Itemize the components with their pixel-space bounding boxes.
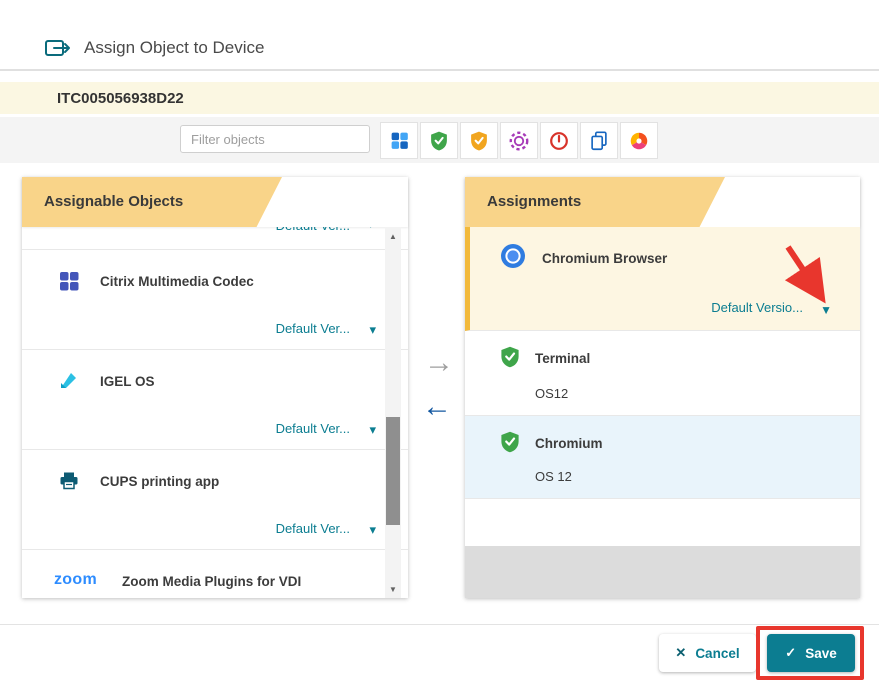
color-wheel-icon xyxy=(628,130,650,152)
assignments-header: Assignments xyxy=(465,177,860,227)
assignment-name: Terminal xyxy=(535,351,590,366)
cancel-button[interactable]: ✕ Cancel xyxy=(659,634,756,672)
object-type-filter-bar xyxy=(380,122,658,159)
assignments-list: Chromium Browser Default Versio... ▼ Ter… xyxy=(465,227,860,598)
list-item-igel-os[interactable]: IGEL OS Default Ver... ▾ xyxy=(22,350,408,450)
version-dropdown[interactable]: Default Ver... xyxy=(276,421,350,436)
assignment-item-chromium[interactable]: Chromium OS 12 xyxy=(465,416,860,499)
assignment-name: Chromium xyxy=(535,436,603,451)
assignment-os: OS12 xyxy=(535,386,568,401)
scroll-up-button[interactable]: ▲ xyxy=(385,227,401,245)
assignable-objects-list: Default Ver... ▾ Citrix Multimedia Codec… xyxy=(22,227,408,598)
check-icon: ✓ xyxy=(785,645,796,661)
copy-pages-icon xyxy=(588,130,610,152)
filter-green-shield-button[interactable] xyxy=(420,122,458,159)
object-name: IGEL OS xyxy=(100,374,155,389)
assignment-item-terminal[interactable]: Terminal OS12 xyxy=(465,331,860,416)
dialog-header: Assign Object to Device xyxy=(44,30,264,66)
filter-objects-input[interactable] xyxy=(180,125,370,153)
assignments-title: Assignments xyxy=(487,177,581,227)
version-dropdown[interactable]: Default Ver... xyxy=(276,521,350,536)
green-shield-icon xyxy=(498,430,522,454)
assign-object-icon xyxy=(44,36,72,60)
version-dropdown[interactable]: Default Ver... xyxy=(276,321,350,336)
green-shield-icon xyxy=(428,130,450,152)
chevron-down-icon[interactable]: ▾ xyxy=(369,522,376,538)
left-panel-scrollbar[interactable]: ▲ ▼ xyxy=(385,227,401,598)
zoom-wordmark: zoom xyxy=(54,571,97,589)
assign-right-arrow[interactable]: → xyxy=(424,346,454,380)
footer-divider xyxy=(0,624,879,625)
version-dropdown[interactable]: Default Ver... xyxy=(276,227,350,233)
chevron-down-icon: ▾ xyxy=(367,227,374,232)
apps-grid-icon xyxy=(389,130,410,151)
close-icon: ✕ xyxy=(675,645,686,661)
assignable-objects-title: Assignable Objects xyxy=(44,177,183,227)
green-shield-icon xyxy=(498,345,522,369)
assignment-item-chromium-browser[interactable]: Chromium Browser Default Versio... ▼ xyxy=(465,227,860,331)
scroll-down-button[interactable]: ▼ xyxy=(385,580,401,598)
printer-icon xyxy=(56,468,82,494)
igel-os-icon xyxy=(56,368,82,394)
scrollbar-thumb[interactable] xyxy=(386,417,400,525)
assignable-objects-header: Assignable Objects xyxy=(22,177,408,227)
dialog-title: Assign Object to Device xyxy=(84,38,264,58)
chevron-down-icon[interactable]: ▼ xyxy=(820,303,832,317)
chevron-down-icon[interactable]: ▾ xyxy=(369,422,376,438)
triangle-down-icon: ▼ xyxy=(389,585,397,594)
assignment-os: OS 12 xyxy=(535,469,572,484)
assignment-name: Chromium Browser xyxy=(542,251,667,266)
save-button[interactable]: ✓ Save xyxy=(767,634,855,672)
chevron-down-icon[interactable]: ▾ xyxy=(369,322,376,338)
assignable-objects-panel: Assignable Objects Default Ver... ▾ Citr… xyxy=(22,177,408,598)
filter-red-ring-button[interactable] xyxy=(540,122,578,159)
triangle-up-icon: ▲ xyxy=(389,232,397,241)
filter-apps-button[interactable] xyxy=(380,122,418,159)
header-divider xyxy=(0,69,879,71)
citrix-grid-icon xyxy=(56,268,82,294)
filter-color-wheel-button[interactable] xyxy=(620,122,658,159)
list-item-zoom-media-plugins[interactable]: zoom Zoom Media Plugins for VDI xyxy=(22,550,408,598)
orange-shield-icon xyxy=(468,130,490,152)
list-item-clipped[interactable]: Default Ver... ▾ xyxy=(22,227,408,250)
chromium-icon xyxy=(500,243,526,269)
unassign-left-arrow[interactable]: ← xyxy=(422,390,452,424)
device-id: ITC005056938D22 xyxy=(57,90,184,107)
version-dropdown[interactable]: Default Versio... xyxy=(711,300,803,315)
device-id-banner: ITC005056938D22 xyxy=(0,82,879,114)
assignments-panel: Assignments Chromium Browser Default Ver… xyxy=(465,177,860,598)
cancel-label: Cancel xyxy=(695,646,739,661)
red-ring-icon xyxy=(548,130,570,152)
assign-object-dialog: Assign Object to Device ITC005056938D22 xyxy=(0,0,879,690)
save-label: Save xyxy=(805,646,837,661)
filter-copy-pages-button[interactable] xyxy=(580,122,618,159)
list-item-citrix-multimedia-codec[interactable]: Citrix Multimedia Codec Default Ver... ▾ xyxy=(22,250,408,350)
toolbar xyxy=(0,117,879,163)
assignments-empty-area xyxy=(465,546,860,598)
list-item-cups-printing-app[interactable]: CUPS printing app Default Ver... ▾ xyxy=(22,450,408,550)
object-name: Zoom Media Plugins for VDI xyxy=(122,574,301,589)
filter-purple-gear-button[interactable] xyxy=(500,122,538,159)
purple-gear-icon xyxy=(508,130,530,152)
object-name: CUPS printing app xyxy=(100,474,219,489)
filter-orange-shield-button[interactable] xyxy=(460,122,498,159)
object-name: Citrix Multimedia Codec xyxy=(100,274,254,289)
